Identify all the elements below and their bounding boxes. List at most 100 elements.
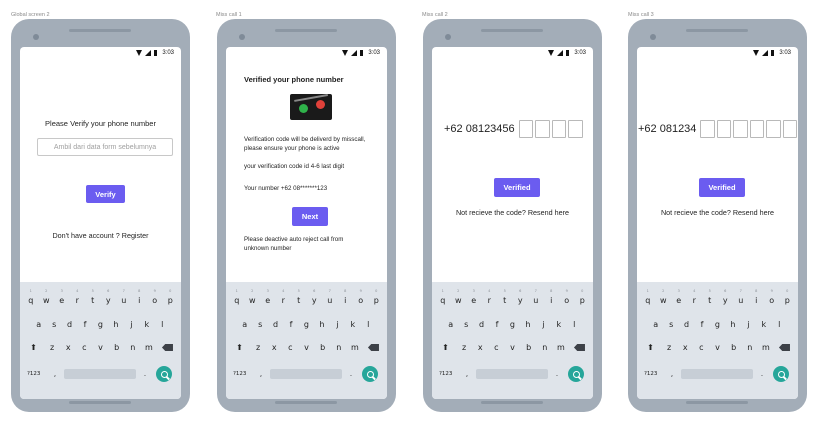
space-bar[interactable] [64, 369, 136, 379]
key-i[interactable]: 8i [544, 289, 560, 305]
symbols-key[interactable]: ?123 [436, 371, 458, 377]
key-v[interactable]: v [709, 343, 725, 352]
key-y[interactable]: 6y [101, 289, 117, 305]
period-key[interactable]: . [342, 370, 360, 378]
key-k[interactable]: k [756, 320, 771, 329]
otp-digit-3[interactable] [733, 120, 748, 138]
key-v[interactable]: v [504, 343, 520, 352]
space-bar[interactable] [681, 369, 753, 379]
key-q[interactable]: 1q [229, 289, 245, 305]
key-d[interactable]: d [62, 320, 77, 329]
key-a[interactable]: a [237, 320, 252, 329]
key-c[interactable]: c [282, 343, 298, 352]
key-h[interactable]: h [520, 320, 535, 329]
key-n[interactable]: n [742, 343, 758, 352]
symbols-key[interactable]: ?123 [230, 371, 252, 377]
key-z[interactable]: z [250, 343, 266, 352]
search-icon[interactable] [773, 366, 789, 382]
key-m[interactable]: m [347, 343, 363, 352]
period-key[interactable]: . [753, 370, 771, 378]
key-h[interactable]: h [314, 320, 329, 329]
key-n[interactable]: n [331, 343, 347, 352]
key-d[interactable]: d [679, 320, 694, 329]
key-m[interactable]: m [141, 343, 157, 352]
backspace-icon[interactable] [774, 343, 795, 352]
key-p[interactable]: 0p [369, 289, 385, 305]
register-link[interactable]: Don't have account ? Register [20, 231, 181, 240]
key-c[interactable]: c [488, 343, 504, 352]
key-p[interactable]: 0p [163, 289, 179, 305]
key-r[interactable]: 4r [70, 289, 86, 305]
otp-digit-1[interactable] [700, 120, 715, 138]
otp-digit-3[interactable] [551, 120, 567, 138]
key-s[interactable]: s [252, 320, 267, 329]
key-b[interactable]: b [315, 343, 331, 352]
key-v[interactable]: v [298, 343, 314, 352]
resend-link[interactable]: Not recieve the code? Resend here [432, 208, 593, 217]
otp-digit-1[interactable] [518, 120, 534, 138]
comma-key[interactable]: , [252, 370, 270, 378]
key-r[interactable]: 4r [482, 289, 498, 305]
shift-icon[interactable]: ⬆ [435, 343, 456, 352]
key-q[interactable]: 1q [23, 289, 39, 305]
key-t[interactable]: 5t [291, 289, 307, 305]
key-t[interactable]: 5t [85, 289, 101, 305]
key-l[interactable]: l [567, 320, 582, 329]
search-icon[interactable] [362, 366, 378, 382]
key-g[interactable]: g [505, 320, 520, 329]
next-button[interactable]: Next [292, 207, 328, 226]
period-key[interactable]: . [136, 370, 154, 378]
key-m[interactable]: m [553, 343, 569, 352]
key-w[interactable]: 2w [39, 289, 55, 305]
backspace-icon[interactable] [157, 343, 178, 352]
verified-button[interactable]: Verified [494, 178, 540, 197]
key-f[interactable]: f [489, 320, 504, 329]
key-p[interactable]: 0p [780, 289, 796, 305]
key-b[interactable]: b [521, 343, 537, 352]
key-g[interactable]: g [710, 320, 725, 329]
key-t[interactable]: 5t [497, 289, 513, 305]
key-w[interactable]: 2w [656, 289, 672, 305]
key-o[interactable]: 9o [764, 289, 780, 305]
key-l[interactable]: l [772, 320, 787, 329]
key-d[interactable]: d [268, 320, 283, 329]
key-z[interactable]: z [44, 343, 60, 352]
key-e[interactable]: 3e [260, 289, 276, 305]
backspace-icon[interactable] [569, 343, 590, 352]
key-b[interactable]: b [726, 343, 742, 352]
key-z[interactable]: z [456, 343, 472, 352]
key-n[interactable]: n [537, 343, 553, 352]
key-r[interactable]: 4r [687, 289, 703, 305]
key-y[interactable]: 6y [718, 289, 734, 305]
key-c[interactable]: c [693, 343, 709, 352]
key-s[interactable]: s [663, 320, 678, 329]
resend-link[interactable]: Not recieve the code? Resend here [637, 208, 798, 217]
key-u[interactable]: 7u [116, 289, 132, 305]
comma-key[interactable]: , [458, 370, 476, 378]
key-j[interactable]: j [330, 320, 345, 329]
search-icon[interactable] [568, 366, 584, 382]
otp-digit-6[interactable] [782, 120, 798, 138]
otp-digit-5[interactable] [766, 120, 781, 138]
key-p[interactable]: 0p [575, 289, 591, 305]
symbols-key[interactable]: ?123 [641, 371, 663, 377]
key-l[interactable]: l [361, 320, 376, 329]
key-e[interactable]: 3e [54, 289, 70, 305]
shift-icon[interactable]: ⬆ [229, 343, 250, 352]
space-bar[interactable] [270, 369, 342, 379]
key-h[interactable]: h [108, 320, 123, 329]
backspace-icon[interactable] [363, 343, 384, 352]
key-y[interactable]: 6y [307, 289, 323, 305]
key-w[interactable]: 2w [245, 289, 261, 305]
key-k[interactable]: k [551, 320, 566, 329]
key-k[interactable]: k [345, 320, 360, 329]
key-x[interactable]: x [266, 343, 282, 352]
key-h[interactable]: h [725, 320, 740, 329]
key-f[interactable]: f [77, 320, 92, 329]
otp-digit-2[interactable] [535, 120, 550, 138]
key-u[interactable]: 7u [322, 289, 338, 305]
period-key[interactable]: . [548, 370, 566, 378]
otp-digit-4[interactable] [749, 120, 765, 138]
key-l[interactable]: l [155, 320, 170, 329]
comma-key[interactable]: , [663, 370, 681, 378]
